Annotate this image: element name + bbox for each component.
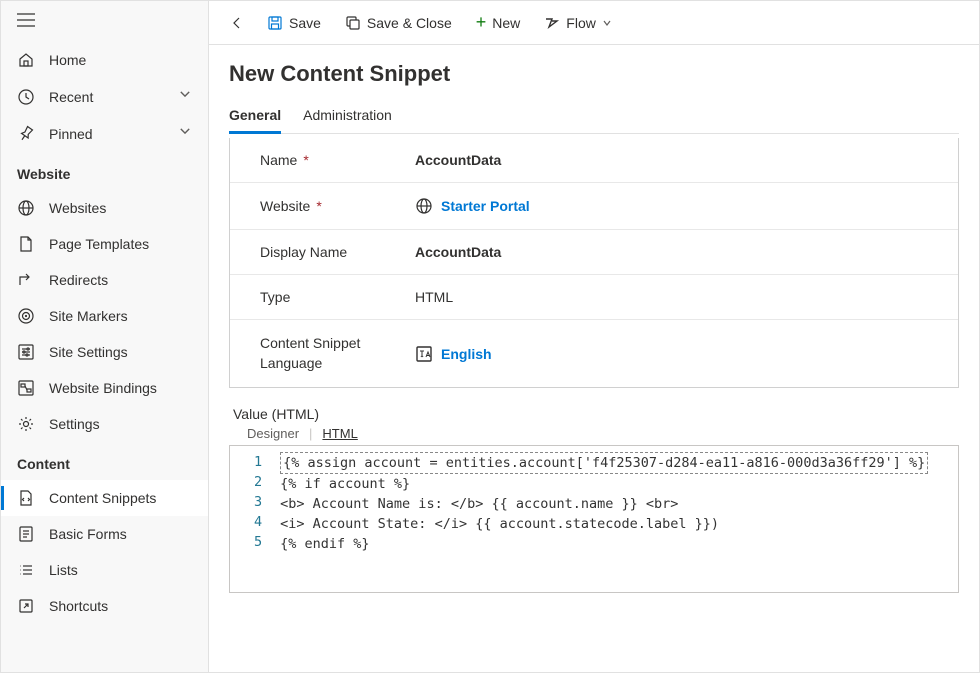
sidebar-item-page-templates[interactable]: Page Templates (1, 226, 208, 262)
nav-label: Content Snippets (49, 490, 192, 506)
save-button[interactable]: Save (257, 9, 331, 37)
field-name[interactable]: Name* AccountData (230, 138, 958, 183)
new-label: New (492, 15, 520, 31)
editor-tabs: Designer|HTML (229, 426, 959, 441)
sidebar-section-header: Website (1, 152, 208, 190)
flow-button[interactable]: Flow (534, 9, 622, 37)
tab-administration[interactable]: Administration (303, 101, 392, 133)
nav-label: Site Settings (49, 344, 192, 360)
nav-label: Lists (49, 562, 192, 578)
content-area: New Content Snippet General Administratio… (209, 45, 979, 672)
sidebar-item-site-settings[interactable]: Site Settings (1, 334, 208, 370)
sidebar-item-shortcuts[interactable]: Shortcuts (1, 588, 208, 624)
name-value: AccountData (415, 152, 501, 168)
field-language[interactable]: Content SnippetLanguage English (230, 320, 958, 387)
sidebar-item-content-snippets[interactable]: Content Snippets (1, 480, 208, 516)
value-html-section: Value (HTML) Designer|HTML 12345 {% assi… (229, 406, 959, 593)
nav-label: Website Bindings (49, 380, 192, 396)
nav-label: Pinned (49, 126, 164, 142)
language-icon (415, 345, 433, 363)
flow-label: Flow (566, 15, 596, 31)
target-icon (17, 307, 35, 325)
nav-label: Basic Forms (49, 526, 192, 542)
nav-label: Page Templates (49, 236, 192, 252)
sidebar-item-home[interactable]: Home (1, 42, 208, 78)
nav-label: Websites (49, 200, 192, 216)
editor-tab-html[interactable]: HTML (322, 426, 357, 441)
sidebar-item-lists[interactable]: Lists (1, 552, 208, 588)
save-label: Save (289, 15, 321, 31)
snippet-icon (17, 489, 35, 507)
bindings-icon (17, 379, 35, 397)
back-button[interactable] (221, 9, 253, 37)
hamburger-button[interactable] (1, 1, 208, 42)
language-value: English (441, 346, 492, 362)
globe-icon (17, 199, 35, 217)
field-website[interactable]: Website* Starter Portal (230, 183, 958, 230)
shortcut-icon (17, 597, 35, 615)
sidebar: Home Recent Pinned Website Websites Page Tem… (1, 1, 209, 672)
sidebar-item-basic-forms[interactable]: Basic Forms (1, 516, 208, 552)
editor-tab-designer[interactable]: Designer (247, 426, 299, 441)
new-button[interactable]: + New (466, 6, 531, 39)
save-close-label: Save & Close (367, 15, 452, 31)
tab-general[interactable]: General (229, 101, 281, 133)
main-content: Save Save & Close + New Flow New Content… (209, 1, 979, 672)
plus-icon: + (476, 12, 487, 33)
sliders-icon (17, 343, 35, 361)
pin-icon (17, 125, 35, 143)
command-bar: Save Save & Close + New Flow (209, 1, 979, 45)
nav-label: Settings (49, 416, 192, 432)
line-gutter: 12345 (230, 446, 272, 592)
value-label: Value (HTML) (229, 406, 959, 422)
type-value: HTML (415, 289, 453, 305)
list-icon (17, 561, 35, 579)
sidebar-item-websites[interactable]: Websites (1, 190, 208, 226)
page-icon (17, 235, 35, 253)
required-marker: * (303, 152, 308, 168)
page-title: New Content Snippet (229, 61, 959, 87)
sidebar-item-settings[interactable]: Settings (1, 406, 208, 442)
website-value: Starter Portal (441, 198, 530, 214)
sidebar-item-redirects[interactable]: Redirects (1, 262, 208, 298)
redirect-icon (17, 271, 35, 289)
form-icon (17, 525, 35, 543)
nav-label: Redirects (49, 272, 192, 288)
save-close-button[interactable]: Save & Close (335, 9, 462, 37)
nav-label: Site Markers (49, 308, 192, 324)
chevron-down-icon (178, 87, 192, 106)
sidebar-item-pinned[interactable]: Pinned (1, 115, 208, 152)
sidebar-item-recent[interactable]: Recent (1, 78, 208, 115)
sidebar-item-website-bindings[interactable]: Website Bindings (1, 370, 208, 406)
field-type[interactable]: Type HTML (230, 275, 958, 320)
required-marker: * (316, 198, 321, 214)
sidebar-section-header: Content (1, 442, 208, 480)
field-display-name[interactable]: Display Name AccountData (230, 230, 958, 275)
code-content[interactable]: {% assign account = entities.account['f4… (272, 446, 936, 592)
home-icon (17, 51, 35, 69)
form-tabs: General Administration (229, 101, 959, 134)
nav-label: Home (49, 52, 192, 68)
display-name-value: AccountData (415, 244, 501, 260)
gear-icon (17, 415, 35, 433)
form-section: Name* AccountData Website* Starter Porta… (229, 138, 959, 388)
nav-label: Recent (49, 89, 164, 105)
sidebar-item-site-markers[interactable]: Site Markers (1, 298, 208, 334)
clock-icon (17, 88, 35, 106)
globe-icon (415, 197, 433, 215)
chevron-down-icon (178, 124, 192, 143)
html-editor[interactable]: 12345 {% assign account = entities.accou… (229, 445, 959, 593)
nav-label: Shortcuts (49, 598, 192, 614)
chevron-down-icon (602, 15, 612, 31)
